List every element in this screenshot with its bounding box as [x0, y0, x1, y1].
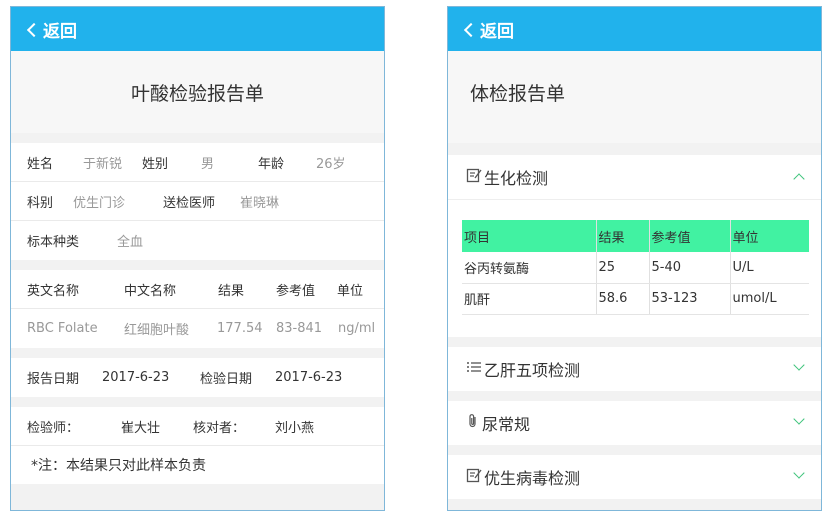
test-date-label: 检验日期 — [200, 372, 253, 387]
results-data-row: RBC Folate 红细胞叶酸 177.54 83-841 ng/ml — [11, 309, 384, 348]
accordion-label: 优生病毒检测 — [484, 468, 581, 488]
col-unit: 单位 — [337, 283, 364, 299]
back-button[interactable]: 返回 — [480, 17, 514, 42]
accordion-hepatitis-b: 乙肝五项检测 — [448, 346, 821, 391]
info-row: 姓名 于新锐 姓别 男 年龄 26岁 — [11, 143, 384, 182]
cell-chinese-name: 红细胞叶酸 — [124, 323, 190, 338]
dates-row: 报告日期 2017-6-23 检验日期 2017-6-23 — [11, 358, 384, 397]
accordion-body-biochem: 项目 结果 参考值 单位 谷丙转氨酶 25 5-40 U/L 肌酐 58.6 5… — [448, 199, 821, 337]
nav-bar: 返回 — [11, 7, 384, 51]
cell-reference: 83-841 — [276, 321, 323, 336]
cell-reference: 53-123 — [649, 283, 731, 315]
info-row: 科别 优生门诊 送检医师 崔晓琳 — [11, 182, 384, 221]
cell-item: 肌酐 — [462, 283, 597, 315]
folate-report-screen: 返回 叶酸检验报告单 姓名 于新锐 姓别 男 年龄 26岁 科别 优生门诊 送检… — [10, 6, 385, 511]
patient-info-section: 姓名 于新锐 姓别 男 年龄 26岁 科别 优生门诊 送检医师 崔晓琳 标本种类… — [11, 143, 384, 260]
col-item: 项目 — [462, 220, 597, 252]
name-value: 于新锐 — [83, 156, 123, 172]
chevron-down-icon[interactable] — [793, 466, 805, 479]
biochem-table: 项目 结果 参考值 单位 谷丙转氨酶 25 5-40 U/L 肌酐 58.6 5… — [462, 220, 809, 315]
cell-result: 177.54 — [217, 321, 263, 336]
col-english-name: 英文名称 — [27, 283, 80, 299]
staff-row: 检验师： 崔大壮 核对者： 刘小燕 — [11, 407, 384, 446]
page-title: 叶酸检验报告单 — [11, 51, 384, 133]
paperclip-icon — [466, 413, 480, 433]
accordion-header-hepatitis-b[interactable]: 乙肝五项检测 — [448, 347, 821, 391]
dept-label: 科别 — [27, 195, 54, 211]
checker-value: 刘小燕 — [275, 420, 315, 436]
tester-label: 检验师： — [27, 420, 80, 436]
table-row: 谷丙转氨酶 25 5-40 U/L — [462, 252, 809, 284]
col-unit: 单位 — [730, 220, 809, 252]
checker-label: 核对者： — [193, 420, 246, 436]
back-button[interactable]: 返回 — [43, 17, 77, 42]
checkup-report-screen: 返回 体检报告单 生化检测 项目 结果 参考值 单位 谷丙转氨酶 25 5-40… — [447, 6, 822, 511]
specimen-label: 标本种类 — [27, 235, 80, 250]
accordion-header-prenatal-virus[interactable]: 优生病毒检测 — [448, 455, 821, 499]
disclaimer-note: *注：本结果只对此样本负责 — [11, 446, 384, 484]
chevron-down-icon[interactable] — [793, 358, 805, 371]
col-result: 结果 — [596, 220, 650, 252]
cell-result: 58.6 — [596, 283, 650, 315]
chevron-down-icon[interactable] — [793, 412, 805, 425]
col-reference: 参考值 — [276, 283, 316, 299]
accordion-urine-routine: 尿常规 — [448, 400, 821, 445]
cell-result: 25 — [596, 252, 650, 284]
cell-item: 谷丙转氨酶 — [462, 252, 597, 284]
back-chevron-icon[interactable] — [463, 22, 479, 37]
cell-unit: U/L — [730, 252, 809, 284]
cell-english-name: RBC Folate — [27, 321, 98, 336]
gender-label: 姓别 — [142, 156, 169, 172]
dates-section: 报告日期 2017-6-23 检验日期 2017-6-23 — [11, 358, 384, 397]
accordion-label: 尿常规 — [482, 414, 531, 434]
accordion-prenatal-virus: 优生病毒检测 — [448, 454, 821, 499]
accordion-label: 乙肝五项检测 — [484, 360, 581, 380]
doctor-value: 崔晓琳 — [240, 195, 280, 211]
edit-icon — [466, 167, 482, 187]
cell-unit: ng/ml — [338, 321, 376, 336]
results-header-row: 英文名称 中文名称 结果 参考值 单位 — [11, 270, 384, 309]
accordion-label: 生化检测 — [484, 169, 549, 188]
accordion-header-biochem[interactable]: 生化检测 — [448, 155, 821, 199]
col-reference: 参考值 — [649, 220, 731, 252]
age-value: 26岁 — [316, 156, 346, 172]
dept-value: 优生门诊 — [73, 195, 126, 211]
report-date-label: 报告日期 — [27, 372, 80, 387]
table-row: 肌酐 58.6 53-123 umol/L — [462, 283, 809, 315]
specimen-value: 全血 — [117, 235, 144, 250]
chevron-up-icon[interactable] — [793, 173, 805, 185]
back-chevron-icon[interactable] — [26, 22, 42, 37]
edit-icon — [466, 467, 482, 487]
accordion-header-urine-routine[interactable]: 尿常规 — [448, 401, 821, 445]
page-title: 体检报告单 — [448, 51, 821, 143]
nav-bar: 返回 — [448, 7, 821, 51]
test-date-value: 2017-6-23 — [275, 370, 343, 385]
accordion-biochem: 生化检测 项目 结果 参考值 单位 谷丙转氨酶 25 5-40 U/L 肌酐 5… — [448, 155, 821, 337]
report-date-value: 2017-6-23 — [102, 370, 170, 385]
col-result: 结果 — [218, 283, 245, 299]
results-section: 英文名称 中文名称 结果 参考值 单位 RBC Folate 红细胞叶酸 177… — [11, 270, 384, 348]
name-label: 姓名 — [27, 156, 54, 172]
list-icon — [466, 359, 482, 379]
cell-reference: 5-40 — [649, 252, 731, 284]
cell-unit: umol/L — [730, 283, 809, 315]
info-row: 标本种类 全血 — [11, 221, 384, 260]
table-header-row: 项目 结果 参考值 单位 — [462, 220, 809, 252]
tester-value: 崔大壮 — [121, 420, 161, 436]
doctor-label: 送检医师 — [163, 195, 216, 211]
gender-value: 男 — [201, 156, 215, 172]
age-label: 年龄 — [258, 156, 285, 172]
col-chinese-name: 中文名称 — [124, 283, 177, 299]
staff-section: 检验师： 崔大壮 核对者： 刘小燕 *注：本结果只对此样本负责 — [11, 407, 384, 484]
